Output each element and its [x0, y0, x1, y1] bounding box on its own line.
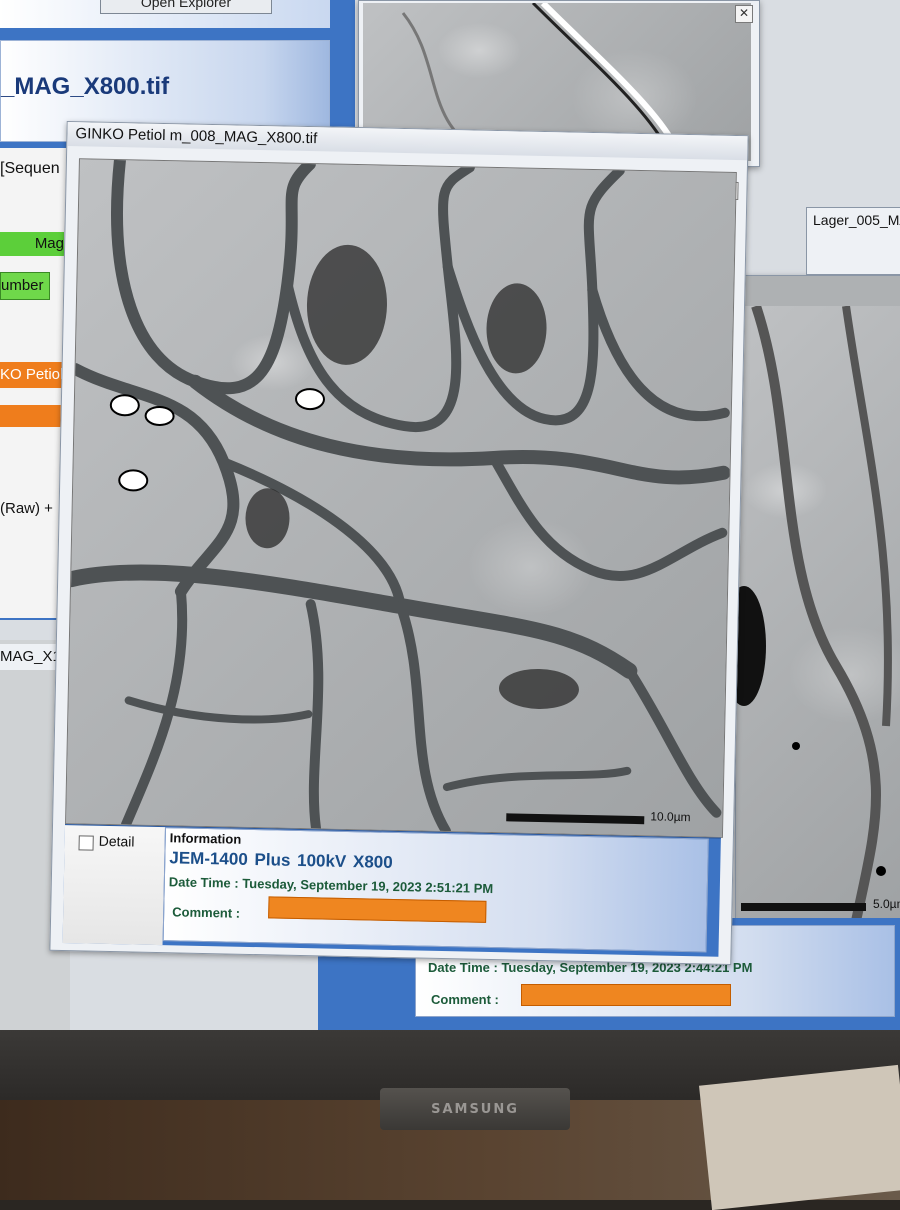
detail-checkbox[interactable]	[78, 835, 94, 851]
right-scale-bar	[741, 903, 866, 911]
open-explorer-button[interactable]: Open Explorer	[100, 0, 272, 14]
monitor-screen: Open Explorer _MAG_X800.tif [Sequen Mag …	[0, 0, 900, 1035]
lager-window[interactable]: Lager_005_MA	[806, 207, 900, 275]
right-micrograph	[736, 306, 900, 921]
petiol-file-item[interactable]: KO Petiol	[0, 362, 64, 388]
cell-wall-network	[66, 159, 731, 837]
comment-label: Comment :	[172, 904, 241, 921]
left-file-name: _MAG_X800.tif	[1, 73, 170, 100]
right-image-window[interactable]: 5.0µm	[735, 275, 900, 922]
detail-label: Detail	[98, 832, 135, 850]
sequence-label: [Sequen	[0, 160, 60, 177]
comment-field[interactable]	[268, 896, 487, 923]
number-button[interactable]: umber	[0, 272, 50, 300]
date-time-text: Date Time : Tuesday, September 19, 2023 …	[168, 874, 494, 897]
orange-progress-strip	[0, 405, 62, 427]
monitor-stand: SAMSUNG	[380, 1088, 570, 1130]
left-toolbar: Open Explorer	[0, 0, 330, 28]
main-micrograph: 10.0µm	[65, 158, 737, 838]
information-box: Information JEM-1400 Plus 100kV X800 Dat…	[162, 827, 709, 953]
raw-mode-label: (Raw) +	[0, 500, 53, 517]
lager-window-title: Lager_005_MA	[813, 212, 900, 228]
background-comment-label: Comment :	[431, 992, 499, 1007]
monitor-brand-logo: SAMSUNG	[431, 1102, 519, 1117]
detail-area: Detail	[62, 825, 165, 946]
main-image-window[interactable]: GINKO Petiol m_008_MAG_X800.tif ✕	[49, 120, 749, 966]
information-panel: Detail Information JEM-1400 Plus 100kV X…	[62, 824, 721, 957]
mag-button[interactable]: Mag	[0, 232, 64, 256]
paper-sheet	[699, 1064, 900, 1210]
right-micrograph-shapes	[736, 306, 892, 921]
top-right-close-icon[interactable]: ✕	[735, 5, 753, 23]
microscope-info: JEM-1400 Plus 100kV X800	[169, 848, 393, 872]
background-comment-field[interactable]	[521, 984, 731, 1006]
main-scale-label: 10.0µm	[650, 809, 691, 825]
information-header: Information	[169, 830, 242, 847]
right-scale-label: 5.0µm	[873, 897, 900, 911]
